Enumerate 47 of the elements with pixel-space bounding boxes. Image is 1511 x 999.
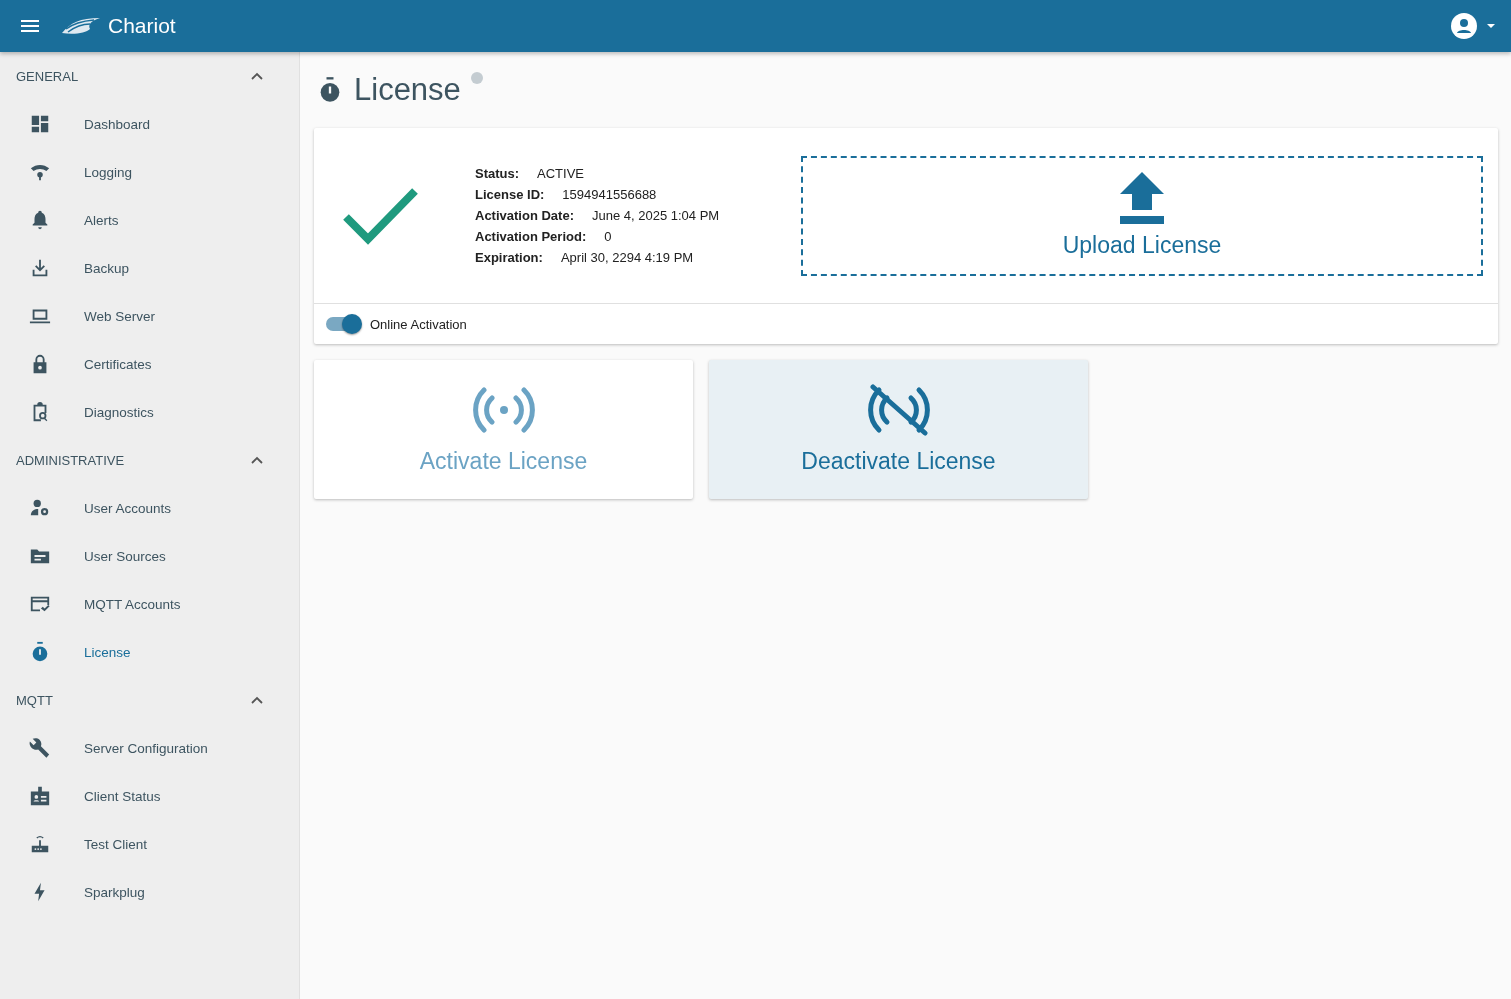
upload-label: Upload License — [1062, 232, 1222, 259]
sidebar-item[interactable]: Logging — [0, 148, 299, 196]
account-icon[interactable] — [1451, 13, 1477, 39]
broadcast-icon — [471, 384, 536, 436]
toggle-switch[interactable] — [326, 317, 360, 331]
deactivate-license-button[interactable]: Deactivate License — [709, 360, 1088, 499]
field-label: Activation Period: — [475, 229, 587, 244]
sidebar-item[interactable]: Sparkplug — [0, 868, 299, 916]
sidebar-item[interactable]: License — [0, 628, 299, 676]
field-value: ACTIVE — [537, 166, 585, 181]
sidebar-item[interactable]: Web Server — [0, 292, 299, 340]
sidebar-item[interactable]: Backup — [0, 244, 299, 292]
sidebar-item[interactable]: MQTT Accounts — [0, 580, 299, 628]
field-label: Activation Date: — [475, 208, 574, 223]
wrench-icon — [29, 737, 51, 759]
page-title: License — [354, 72, 461, 108]
field-value: 1594941556688 — [562, 187, 657, 202]
field-label: License ID: — [475, 187, 545, 202]
dashboard-icon — [29, 113, 51, 135]
caret-icon[interactable] — [1487, 24, 1495, 28]
sidebar-item[interactable]: Certificates — [0, 340, 299, 388]
field-value: June 4, 2025 1:04 PM — [591, 208, 720, 223]
field-label: Expiration: — [475, 250, 543, 265]
sidebar-item[interactable]: User Accounts — [0, 484, 299, 532]
router-icon — [29, 833, 51, 855]
section-title: MQTT — [16, 692, 53, 708]
field-label: Status: — [475, 166, 520, 181]
app-name: Chariot — [108, 14, 176, 38]
section-title: ADMINISTRATIVE — [16, 452, 125, 468]
section-title: GENERAL — [16, 68, 79, 84]
chevron-icon[interactable] — [251, 456, 263, 464]
sidebar-item[interactable]: Alerts — [0, 196, 299, 244]
sidebar-item[interactable]: Diagnostics — [0, 388, 299, 436]
id-badge-icon — [29, 785, 51, 807]
upload-dropzone[interactable]: Upload License — [801, 155, 1483, 276]
upload-icon — [1120, 172, 1164, 224]
sidebar-item[interactable]: Dashboard — [0, 100, 299, 148]
sidebar-item[interactable]: Test Client — [0, 820, 299, 868]
sidebar-item[interactable]: Server Configuration — [0, 724, 299, 772]
broadcast-off-icon — [866, 384, 931, 436]
field-value: 0 — [604, 229, 612, 244]
field-value: April 30, 2294 4:19 PM — [560, 250, 694, 265]
toggle-label: Online Activation — [370, 316, 467, 332]
sidebar-item[interactable]: Client Status — [0, 772, 299, 820]
chevron-icon[interactable] — [251, 696, 263, 704]
sidebar-item[interactable]: User Sources — [0, 532, 299, 580]
chevron-icon[interactable] — [251, 72, 263, 80]
